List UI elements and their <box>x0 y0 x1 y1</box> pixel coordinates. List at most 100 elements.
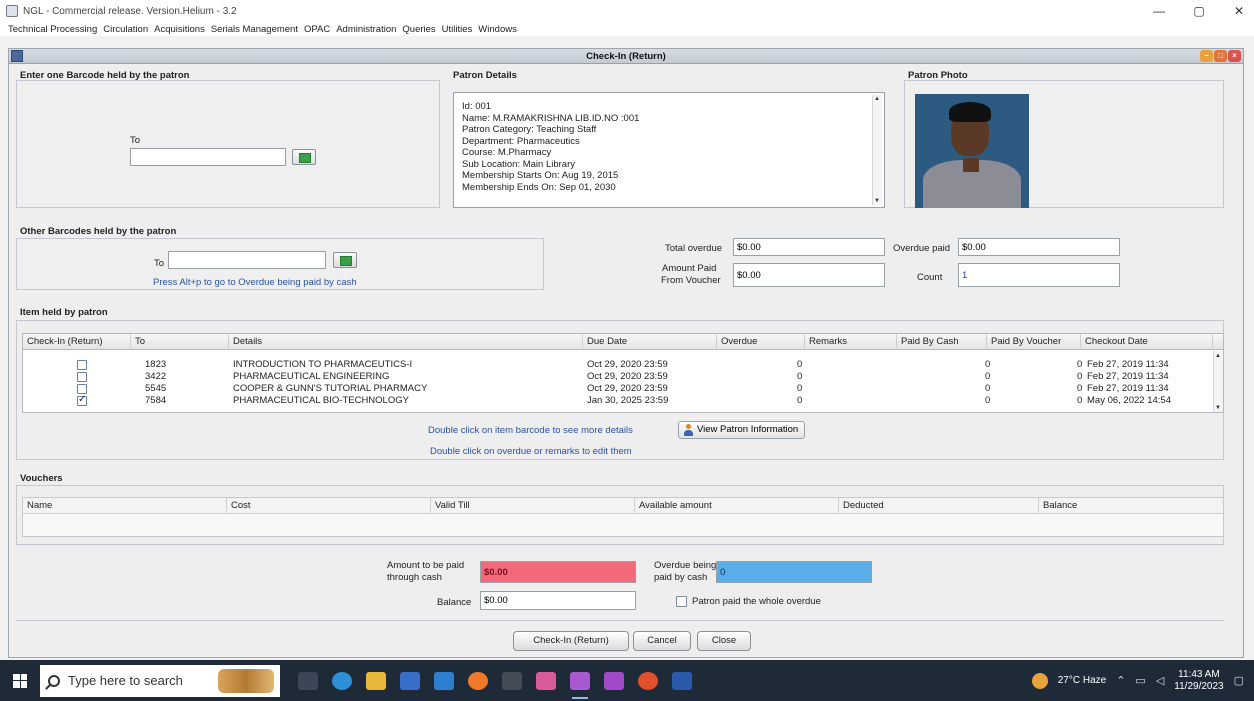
col-paid-by-cash[interactable]: Paid By Cash <box>897 334 987 350</box>
system-tray: 27°C Haze ⌃ ▭ ◁ 11:43 AM 11/29/2023 ▢ <box>1031 660 1254 701</box>
patron-category: Patron Category: Teaching Staff <box>462 124 597 135</box>
checkin-button[interactable]: Check-In (Return) <box>513 631 629 651</box>
col-details[interactable]: Details <box>229 334 583 350</box>
menu-opac[interactable]: OPAC <box>304 24 330 35</box>
frame-menu-icon[interactable] <box>11 50 23 62</box>
volume-icon[interactable]: ◁ <box>1156 674 1164 687</box>
close-icon[interactable]: ✕ <box>1230 4 1248 18</box>
amount-paid-voucher-field[interactable] <box>733 263 885 287</box>
minimize-icon[interactable]: — <box>1150 4 1168 18</box>
col-remarks[interactable]: Remarks <box>805 334 897 350</box>
patron-photo <box>915 94 1029 208</box>
row-barcode[interactable]: 1823 <box>145 360 166 370</box>
view-patron-button[interactable]: View Patron Information <box>678 421 806 439</box>
row-overdue[interactable]: 0 <box>797 372 802 382</box>
table-row[interactable]: 5545 COOPER & GUNN'S TUTORIAL PHARMACY O… <box>23 384 1223 394</box>
weather-text[interactable]: 27°C Haze <box>1058 675 1106 686</box>
close-button[interactable]: Close <box>697 631 751 651</box>
edge-icon[interactable] <box>332 671 352 690</box>
patron-details-box: Id: 001 Name: M.RAMAKRISHNA LIB.ID.NO :0… <box>453 92 885 208</box>
amount-cash-field[interactable] <box>480 561 636 583</box>
menu-serials-management[interactable]: Serials Management <box>211 24 298 35</box>
weather-icon[interactable] <box>1031 672 1048 689</box>
row-paid-cash: 0 <box>985 383 991 394</box>
table-row[interactable]: 1823 INTRODUCTION TO PHARMACEUTICS-I Oct… <box>23 360 1223 370</box>
row-checkbox[interactable] <box>77 360 87 370</box>
barcode-input[interactable] <box>130 148 286 166</box>
other-barcodes-go-icon[interactable] <box>333 252 357 268</box>
balance-field[interactable] <box>480 591 636 610</box>
paid-whole-checkbox[interactable] <box>676 596 687 607</box>
frame-maximize-icon[interactable]: □ <box>1214 50 1227 62</box>
network-icon[interactable]: ▭ <box>1135 674 1145 687</box>
maximize-icon[interactable]: ▢ <box>1190 4 1208 18</box>
menu-circulation[interactable]: Circulation <box>103 24 148 35</box>
taskbar-search[interactable]: Type here to search <box>40 664 280 697</box>
mail-icon[interactable] <box>434 671 454 690</box>
col-due-date[interactable]: Due Date <box>583 334 717 350</box>
menu-administration[interactable]: Administration <box>336 24 396 35</box>
frame-minimize-icon[interactable]: – <box>1200 50 1213 62</box>
menu-technical-processing[interactable]: Technical Processing <box>8 24 97 35</box>
items-scrollbar[interactable]: ▲ ▼ <box>1213 351 1223 412</box>
vcol-valid-till[interactable]: Valid Till <box>431 498 635 514</box>
row-barcode[interactable]: 3422 <box>145 372 166 382</box>
frame-title: Check-In (Return) <box>586 51 666 62</box>
total-overdue-field[interactable] <box>733 238 885 256</box>
ngl-app-icon[interactable] <box>570 671 590 699</box>
terminal-icon[interactable] <box>502 671 522 690</box>
col-checkout-date[interactable]: Checkout Date <box>1081 334 1213 350</box>
cancel-button[interactable]: Cancel <box>633 631 691 651</box>
frame-buttons: – □ × <box>1200 50 1241 62</box>
table-row[interactable]: 3422 PHARMACEUTICAL ENGINEERING Oct 29, … <box>23 372 1223 382</box>
word-icon[interactable] <box>672 671 692 690</box>
row-checkout-date: Feb 27, 2019 11:34 <box>1087 371 1169 382</box>
chrome-icon[interactable] <box>638 671 658 690</box>
firefox-icon[interactable] <box>468 671 488 690</box>
menu-queries[interactable]: Queries <box>402 24 435 35</box>
menu-utilities[interactable]: Utilities <box>442 24 473 35</box>
menu-acquisitions[interactable]: Acquisitions <box>154 24 205 35</box>
app-icon <box>6 5 18 17</box>
row-paid-cash: 0 <box>985 395 991 406</box>
notification-icon[interactable]: ▢ <box>1234 674 1244 687</box>
store-icon[interactable] <box>400 671 420 690</box>
row-overdue[interactable]: 0 <box>797 396 802 406</box>
vcol-name[interactable]: Name <box>23 498 227 514</box>
col-checkin[interactable]: Check-In (Return) <box>23 334 131 350</box>
app-icon-1[interactable] <box>536 671 556 690</box>
row-barcode[interactable]: 5545 <box>145 384 166 394</box>
task-view-icon[interactable] <box>298 671 318 690</box>
details-scrollbar[interactable]: ▲ ▼ <box>872 95 882 205</box>
row-checkbox[interactable] <box>77 394 87 406</box>
row-details: PHARMACEUTICAL BIO-TECHNOLOGY <box>233 395 409 406</box>
other-barcodes-input[interactable] <box>168 251 326 269</box>
count-field[interactable] <box>958 263 1120 287</box>
table-row[interactable]: 7584 PHARMACEUTICAL BIO-TECHNOLOGY Jan 3… <box>23 394 1223 406</box>
col-overdue[interactable]: Overdue <box>717 334 805 350</box>
row-overdue[interactable]: 0 <box>797 384 802 394</box>
overdue-cash-field[interactable] <box>716 561 872 583</box>
barcode-go-icon[interactable] <box>292 149 316 165</box>
vcol-deducted[interactable]: Deducted <box>839 498 1039 514</box>
row-checkbox[interactable] <box>77 384 87 394</box>
row-paid-voucher: 0 <box>1077 395 1083 406</box>
overdue-paid-field[interactable] <box>958 238 1120 256</box>
vcol-balance[interactable]: Balance <box>1039 498 1225 514</box>
row-barcode[interactable]: 7584 <box>145 396 166 406</box>
clock[interactable]: 11:43 AM 11/29/2023 <box>1174 669 1223 693</box>
menu-windows[interactable]: Windows <box>478 24 517 35</box>
file-explorer-icon[interactable] <box>366 671 386 690</box>
col-to[interactable]: To <box>131 334 229 350</box>
row-due-date: Oct 29, 2020 23:59 <box>587 371 668 382</box>
start-button[interactable] <box>0 660 40 701</box>
vcol-available-amount[interactable]: Available amount <box>635 498 839 514</box>
tray-chevron-icon[interactable]: ⌃ <box>1116 674 1125 687</box>
frame-close-icon[interactable]: × <box>1228 50 1241 62</box>
app-icon-2[interactable] <box>604 671 624 690</box>
col-paid-by-voucher[interactable]: Paid By Voucher <box>987 334 1081 350</box>
row-checkbox[interactable] <box>77 372 87 382</box>
vcol-cost[interactable]: Cost <box>227 498 431 514</box>
row-paid-voucher: 0 <box>1077 371 1083 382</box>
row-overdue[interactable]: 0 <box>797 360 802 370</box>
